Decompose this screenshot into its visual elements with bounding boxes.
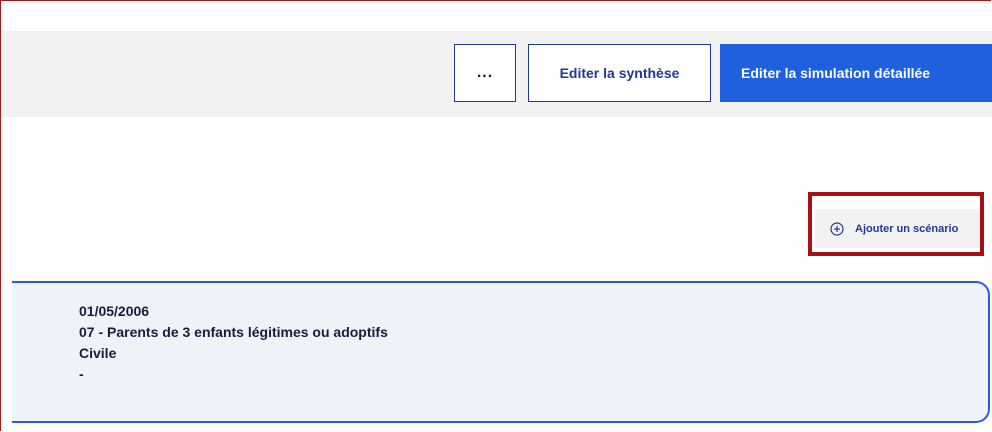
scenario-card-content: 01/05/2006 07 - Parents de 3 enfants lég…: [79, 301, 388, 385]
edit-synthese-button[interactable]: Editer la synthèse: [528, 44, 711, 102]
scenario-extra: -: [79, 366, 84, 382]
more-actions-button[interactable]: ...: [454, 44, 516, 102]
edit-detailed-simulation-label: Editer la simulation détaillée: [741, 65, 931, 81]
edit-synthese-label: Editer la synthèse: [559, 65, 680, 81]
scenario-date: 01/05/2006: [79, 303, 150, 319]
add-scenario-button[interactable]: Ajouter un scénario: [815, 209, 980, 248]
scenario-category: 07 - Parents de 3 enfants légitimes ou a…: [79, 324, 388, 340]
scenario-card[interactable]: 01/05/2006 07 - Parents de 3 enfants lég…: [12, 281, 990, 423]
add-scenario-label: Ajouter un scénario: [855, 222, 959, 235]
edit-detailed-simulation-button[interactable]: Editer la simulation détaillée: [720, 44, 992, 102]
plus-circle-icon: [830, 221, 844, 236]
more-actions-label: ...: [476, 64, 494, 81]
scenario-type: Civile: [79, 345, 117, 361]
